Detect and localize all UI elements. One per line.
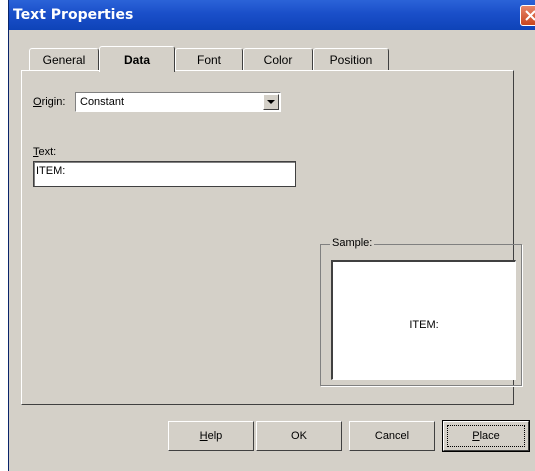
place-label: Place	[472, 430, 500, 442]
tab-label: Color	[263, 53, 293, 67]
origin-select[interactable]: Constant	[75, 92, 281, 112]
text-label: Text:	[33, 146, 57, 158]
tab-label: Position	[329, 53, 373, 67]
tab-data[interactable]: Data	[99, 46, 175, 72]
text-input-value: ITEM:	[36, 165, 66, 177]
sample-preview: ITEM:	[331, 260, 516, 380]
tab-color[interactable]: Color	[243, 48, 313, 70]
tab-label: General	[42, 53, 86, 67]
tab-position[interactable]: Position	[313, 48, 389, 70]
chevron-down-icon	[267, 100, 275, 104]
ok-button[interactable]: OK	[256, 421, 342, 451]
cancel-button[interactable]: Cancel	[349, 421, 435, 451]
close-icon	[525, 10, 535, 21]
origin-dropdown-button[interactable]	[263, 94, 279, 110]
sample-label: Sample:	[330, 237, 375, 249]
origin-value: Constant	[80, 96, 125, 108]
tab-font[interactable]: Font	[175, 48, 243, 70]
sample-preview-text: ITEM:	[409, 319, 439, 331]
place-button[interactable]: Place	[442, 420, 530, 452]
ok-label: OK	[291, 430, 307, 442]
close-button[interactable]	[520, 5, 535, 26]
title-bar[interactable]: Text Properties	[9, 0, 535, 30]
text-input[interactable]: ITEM:	[33, 161, 296, 187]
window-title: Text Properties	[13, 7, 134, 23]
cancel-label: Cancel	[374, 430, 410, 442]
origin-label: Origin:	[33, 96, 66, 108]
help-label: Help	[199, 430, 223, 442]
tab-general[interactable]: General	[29, 48, 99, 70]
help-button[interactable]: Help	[168, 421, 254, 451]
tab-label: Font	[196, 53, 221, 67]
tab-label: Data	[123, 53, 150, 67]
